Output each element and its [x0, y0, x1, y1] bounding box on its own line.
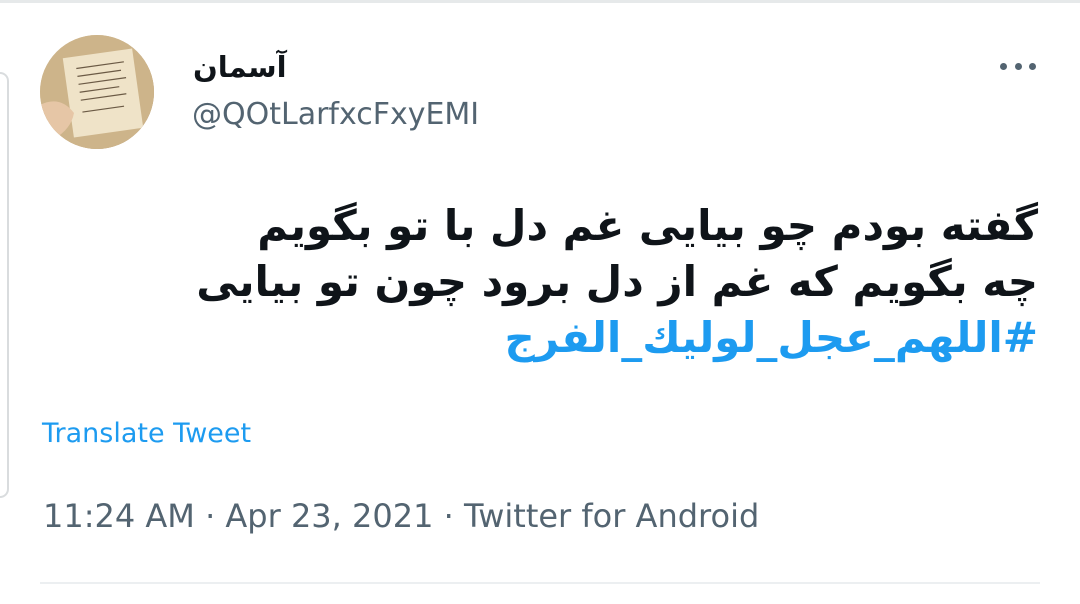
scroll-edge: [0, 72, 9, 498]
dot: [1014, 62, 1022, 70]
tweet-text: گفته بودم چو بیایی غم دل با تو بگویم چه …: [150, 198, 1038, 366]
tweet-text-line: چه بگویم که غم از دل برود چون تو بیایی: [196, 257, 1038, 306]
separator: ·: [443, 497, 454, 535]
dot: [1029, 62, 1036, 70]
avatar[interactable]: [40, 35, 154, 149]
dot: [1000, 62, 1007, 70]
tweet-date[interactable]: Apr 23, 2021: [225, 497, 433, 535]
tweet-source[interactable]: Twitter for Android: [464, 497, 759, 535]
more-options-icon[interactable]: [1000, 58, 1036, 74]
tweet-metadata: 11:24 AM · Apr 23, 2021 · Twitter for An…: [43, 497, 759, 535]
hashtag-link[interactable]: #اللهم_عجل_لوليك_الفرج: [150, 310, 1038, 366]
tweet-time[interactable]: 11:24 AM: [43, 497, 195, 535]
author-display-name[interactable]: آسمان: [193, 50, 287, 84]
bottom-divider: [40, 582, 1040, 584]
avatar-image: [40, 35, 154, 149]
top-divider: [0, 0, 1080, 3]
translate-tweet-link[interactable]: Translate Tweet: [42, 418, 251, 449]
author-handle[interactable]: @QOtLarfxcFxyEMI: [192, 97, 479, 132]
tweet-text-line: گفته بودم چو بیایی غم دل با تو بگویم: [257, 201, 1038, 250]
separator: ·: [205, 497, 216, 535]
